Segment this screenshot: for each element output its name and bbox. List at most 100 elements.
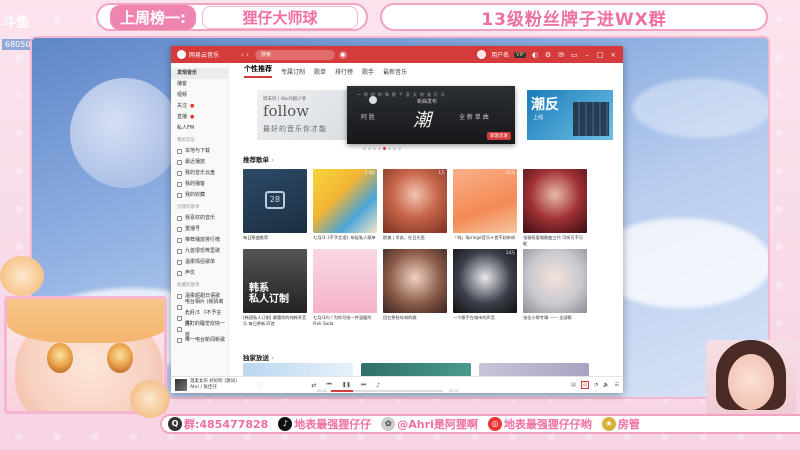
playlist-card[interactable]: 张雅萌爱唱歌曲三代 可听可不可能 bbox=[523, 169, 587, 247]
playlist-cover[interactable] bbox=[313, 249, 377, 313]
next-icon[interactable]: ⏭ bbox=[361, 381, 366, 389]
exclusive-card[interactable] bbox=[243, 363, 353, 376]
nav-back-forward-icon[interactable]: ‹ › bbox=[241, 51, 249, 59]
playlist-cover[interactable] bbox=[383, 249, 447, 313]
tab-custom[interactable]: 专属订制 bbox=[281, 67, 305, 78]
now-playing-cover[interactable] bbox=[175, 379, 187, 391]
exclusive-card[interactable] bbox=[479, 363, 589, 376]
list-icon bbox=[177, 316, 182, 321]
playlist-title[interactable]: 张佳小那专辑 —— 全部歌 bbox=[523, 315, 587, 327]
carousel-dot[interactable] bbox=[393, 147, 396, 150]
pause-icon[interactable]: ❚❚ bbox=[341, 380, 351, 390]
shuffle-icon[interactable]: ⇄ bbox=[311, 382, 316, 389]
playlist-title[interactable]: 张雅萌爱唱歌曲三代 可听可不可能 bbox=[523, 235, 587, 247]
playlist-cover[interactable]: 韩系 私人订制 bbox=[243, 249, 307, 313]
sidebar-item-podcast[interactable]: 播客 bbox=[171, 79, 228, 90]
sidebar-item-cloud[interactable]: 我的音乐云盘 bbox=[171, 168, 228, 179]
like-heart-icon[interactable]: ♡ bbox=[258, 382, 263, 389]
carousel-dot[interactable] bbox=[388, 147, 391, 150]
sidebar-item-recent[interactable]: 最近播放 bbox=[171, 157, 228, 168]
playlist-cover[interactable]: 1万 bbox=[383, 169, 447, 233]
maximize-icon[interactable]: □ bbox=[596, 51, 604, 59]
playlist-cover[interactable] bbox=[523, 169, 587, 233]
sidebar-item-playlist[interactable]: 九首很恐怖里歌 bbox=[171, 246, 228, 257]
playlist-cover[interactable]: 14万 bbox=[453, 249, 517, 313]
playlist-cover[interactable] bbox=[523, 249, 587, 313]
sidebar-item-live[interactable]: 直播 ● bbox=[171, 112, 228, 123]
sidebar-item-local[interactable]: 本地与下载 bbox=[171, 146, 228, 157]
sidebar-item-fm[interactable]: 私人FM bbox=[171, 123, 228, 134]
playlist-title[interactable]: 七月/3《不予言语》听起私人歌单 bbox=[313, 235, 377, 247]
mail-icon[interactable]: ✉ bbox=[557, 51, 565, 59]
playlist-title[interactable]: 欧美 | 早安，在日光里 bbox=[383, 235, 447, 247]
playlist-title[interactable]: 一个歌手在城市的声音 bbox=[453, 315, 517, 327]
playlist-title[interactable]: 回忆那些年听的歌 bbox=[383, 315, 447, 327]
banner-left[interactable]: 周末听 | Wa:R姆少爷 follow 最好的音乐你才能 bbox=[257, 90, 361, 140]
now-playing-artist[interactable]: Ahri / 张佳仔 bbox=[190, 385, 258, 391]
playlist-cover[interactable]: 11万 bbox=[453, 169, 517, 233]
sidebar-item-playlist[interactable]: 温柔情侣歌单 bbox=[171, 257, 228, 268]
sidebar-item-my-podcast[interactable]: 我的播客 bbox=[171, 179, 228, 190]
user-avatar[interactable] bbox=[477, 50, 487, 59]
prev-icon[interactable]: ⏮ bbox=[326, 381, 331, 389]
tab-new-music[interactable]: 最新音乐 bbox=[383, 67, 407, 78]
vip-badge[interactable]: VIP bbox=[514, 51, 526, 58]
sidebar-item-playlist[interactable]: 重播号 bbox=[171, 224, 228, 235]
tab-artists[interactable]: 歌手 bbox=[362, 67, 374, 78]
app-logo[interactable]: 网易云音乐 bbox=[177, 50, 241, 59]
mini-mode-icon[interactable]: ▭ bbox=[570, 51, 578, 59]
sidebar-item-playlist[interactable]: 推荐播放排行榜 bbox=[171, 235, 228, 246]
exclusive-card[interactable] bbox=[361, 363, 471, 376]
playlist-card[interactable]: 张佳小那专辑 —— 全部歌 bbox=[523, 249, 587, 327]
sidebar-item-playlist[interactable]: 声优 bbox=[171, 268, 228, 279]
sidebar-item-playlist[interactable]: 苏打的睡觉欢快一首 bbox=[171, 321, 228, 338]
sidebar-item-discover[interactable]: 发现音乐 bbox=[171, 68, 228, 79]
settings-icon[interactable]: ⚙ bbox=[544, 51, 552, 59]
playlist-card[interactable]: 14万一个歌手在城市的声音 bbox=[453, 249, 517, 327]
playlist-card[interactable]: 韩系 私人订制 [韩国私人订制] 最懂你的纯韩系音乐 每日更新35首 bbox=[243, 249, 307, 327]
playlist-card[interactable]: 回忆那些年听的歌 bbox=[383, 249, 447, 327]
playlist-card[interactable]: 2.4亿七月/3《不予言语》听起私人歌单 bbox=[313, 169, 377, 247]
carousel-dot[interactable] bbox=[398, 147, 401, 150]
tab-personal[interactable]: 个性推荐 bbox=[244, 64, 272, 78]
sidebar-item-video[interactable]: 视频 bbox=[171, 90, 228, 101]
sidebar-item-playlist[interactable]: 唯一电台新闻新歌 bbox=[171, 335, 228, 346]
playlist-title[interactable]: 「纯」Springe音乐十首不妨听听 bbox=[453, 235, 517, 247]
user-name[interactable]: 用户名 bbox=[491, 50, 509, 59]
lyrics-icon[interactable]: ♪ bbox=[376, 382, 380, 389]
anime-eye-left bbox=[47, 343, 73, 373]
skin-icon[interactable]: ◐ bbox=[531, 51, 539, 59]
quality-icon[interactable]: ▤ bbox=[571, 382, 576, 388]
tab-playlists[interactable]: 歌单 bbox=[314, 67, 326, 78]
mic-icon[interactable]: ● bbox=[338, 50, 347, 59]
progress-bar[interactable] bbox=[331, 390, 443, 392]
playlist-card[interactable]: 11万「纯」Springe音乐十首不妨听听 bbox=[453, 169, 517, 247]
playlist-card[interactable]: 1万欧美 | 早安，在日光里 bbox=[383, 169, 447, 247]
carousel-dot[interactable] bbox=[373, 147, 376, 150]
close-icon[interactable]: × bbox=[609, 51, 617, 59]
sidebar-item-liked[interactable]: 我喜欢的音乐 bbox=[171, 213, 228, 224]
playlist-icon[interactable]: ☰ bbox=[615, 382, 619, 388]
playlist-card[interactable]: 28 每日歌曲推荐 bbox=[243, 169, 307, 247]
playlist-title[interactable]: [韩国私人订制] 最懂你的纯韩系音乐 每日更新35首 bbox=[243, 315, 307, 327]
carousel-dot[interactable] bbox=[368, 147, 371, 150]
carousel-dot-active[interactable] bbox=[383, 147, 386, 150]
tab-charts[interactable]: 排行榜 bbox=[335, 67, 353, 78]
playlist-card[interactable]: 七月/3约 / 为你写给一件温暖的 Pink Soda bbox=[313, 249, 377, 327]
playlist-cover[interactable]: 2.4亿 bbox=[313, 169, 377, 233]
sidebar-item-follow[interactable]: 关注 ● bbox=[171, 101, 228, 112]
sound-effect-icon[interactable]: ◔ bbox=[594, 382, 598, 388]
banner-main[interactable]: 一 时 时 时 和 那 个 夏 天 的 流 行 乐 新曲发布 潮 阿 胜 全 新… bbox=[347, 86, 515, 144]
lyric-badge[interactable]: 词 bbox=[580, 381, 589, 389]
playlist-cover[interactable]: 28 bbox=[243, 169, 307, 233]
banner-right[interactable]: 潮反 上线 bbox=[527, 90, 613, 140]
sidebar-item-favorites[interactable]: 我的收藏 bbox=[171, 190, 228, 201]
search-input[interactable]: 搜索 bbox=[254, 49, 335, 60]
minimize-icon[interactable]: – bbox=[583, 51, 591, 59]
section-recommend[interactable]: 推荐歌单 › bbox=[243, 154, 623, 166]
carousel-dot[interactable] bbox=[378, 147, 381, 150]
volume-icon[interactable]: 🔈 bbox=[603, 382, 609, 388]
playlist-title[interactable]: 七月/3约 / 为你写给一件温暖的 Pink Soda bbox=[313, 315, 377, 327]
playlist-title[interactable]: 每日歌曲推荐 bbox=[243, 235, 307, 247]
carousel-dot[interactable] bbox=[363, 147, 366, 150]
